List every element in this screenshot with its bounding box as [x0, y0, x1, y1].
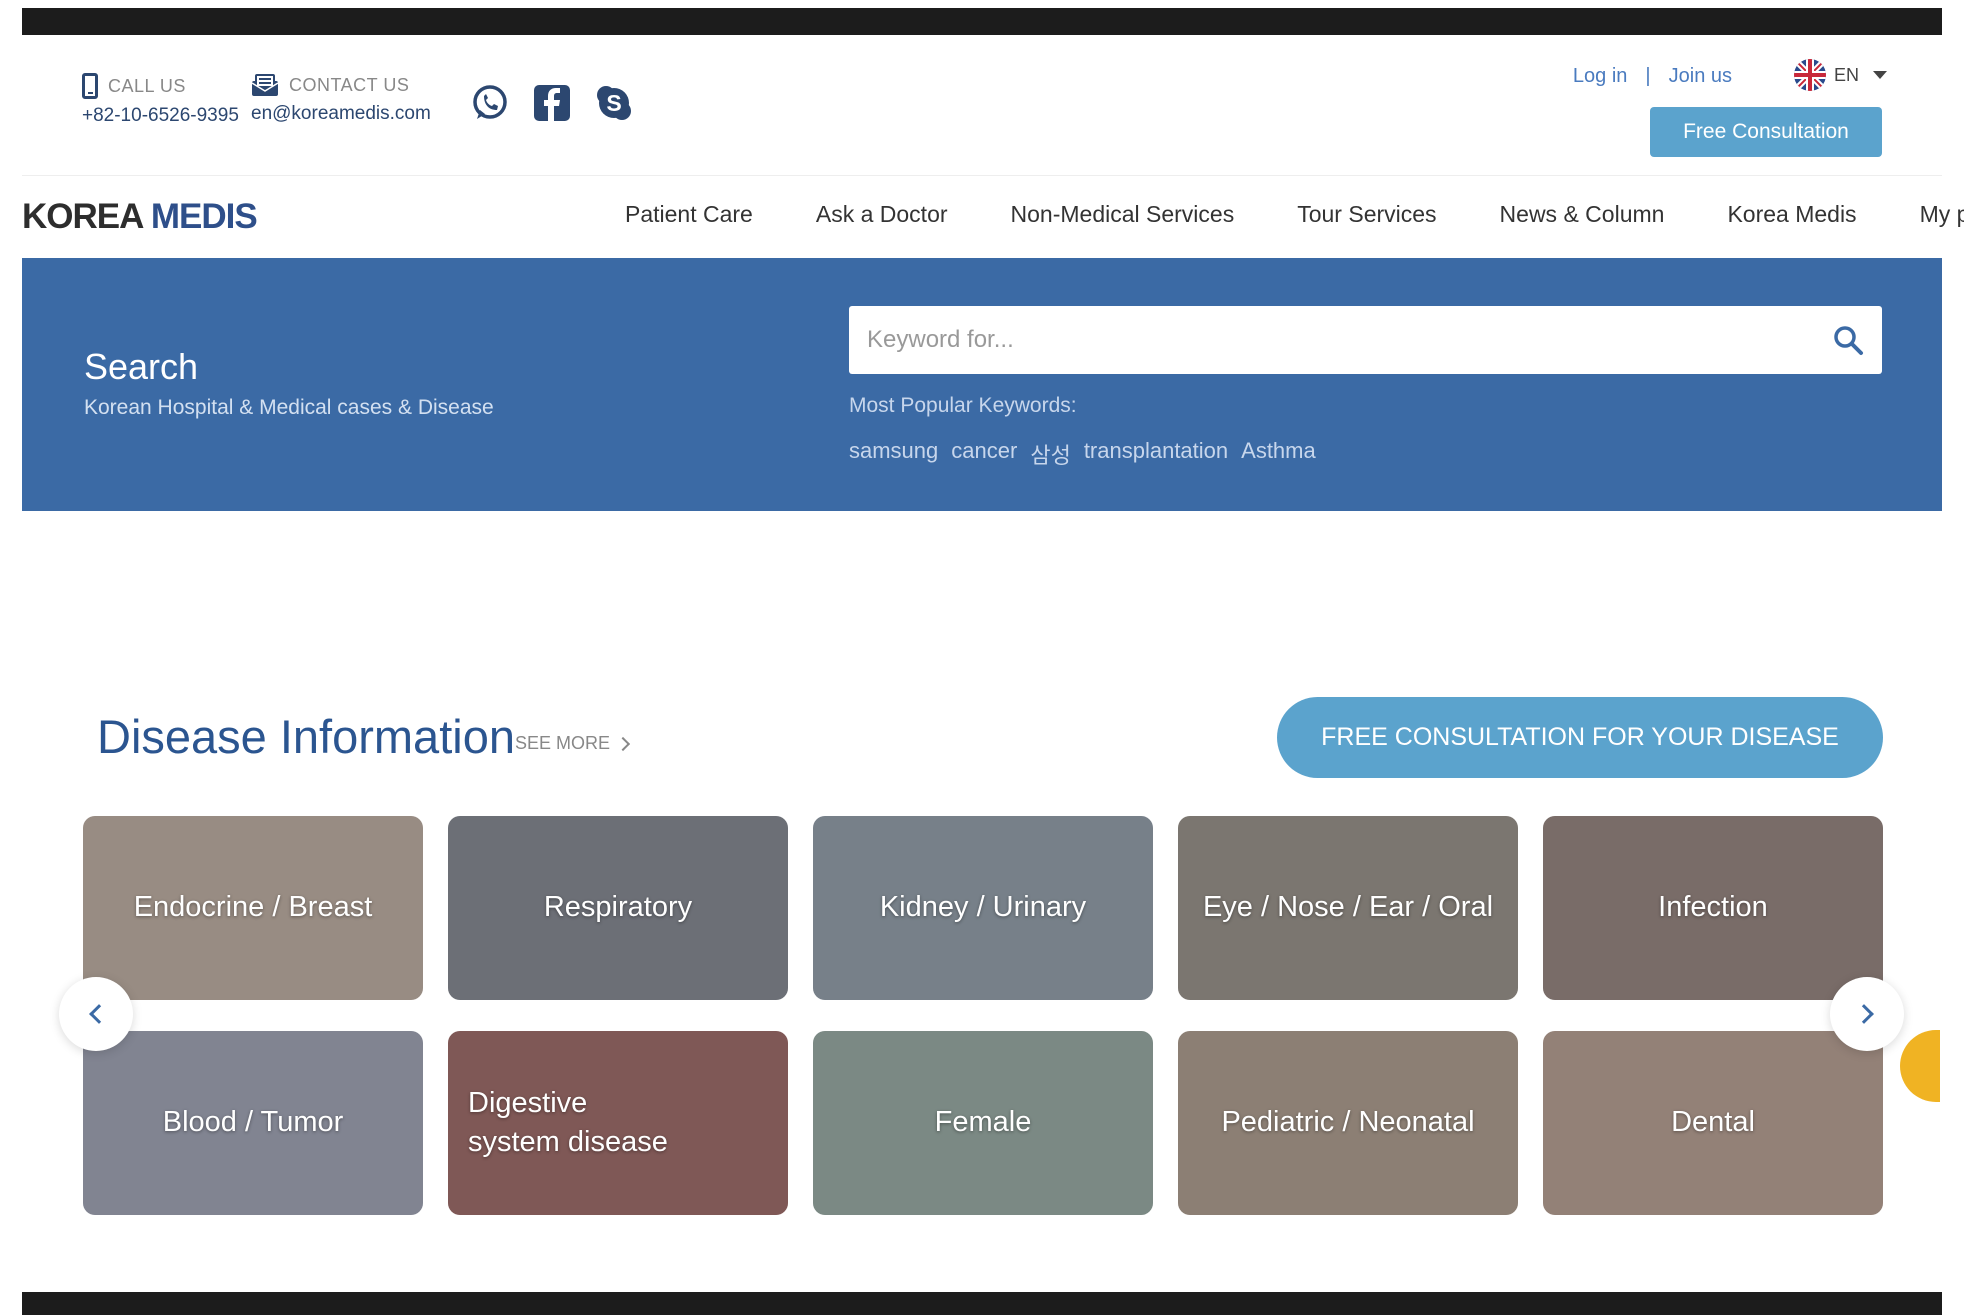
disease-card-blood-tumor[interactable]: Blood / Tumor	[83, 1031, 423, 1215]
email-address[interactable]: en@koreamedis.com	[251, 103, 431, 125]
mail-icon	[251, 73, 279, 97]
card-label: Dental	[1671, 1106, 1755, 1139]
card-label: Blood / Tumor	[162, 1106, 344, 1139]
top-dark-bar	[22, 8, 1942, 35]
card-label: Infection	[1658, 891, 1768, 924]
join-link[interactable]: Join us	[1669, 65, 1732, 88]
page: CALL US +82-10-6526-9395 CONTACT US en@k…	[22, 35, 1964, 1292]
logo-part1: KOREA	[22, 197, 143, 236]
card-label: Pediatric / Neonatal	[1221, 1106, 1475, 1139]
language-code: EN	[1833, 64, 1859, 85]
chevron-left-icon	[89, 1004, 109, 1024]
svg-text:S: S	[606, 90, 621, 116]
keyword-link[interactable]: transplantation	[1084, 438, 1228, 470]
nav-patient-care[interactable]: Patient Care	[625, 201, 753, 228]
nav-my-page[interactable]: My page	[1920, 201, 1964, 228]
disease-card-dental[interactable]: Dental	[1543, 1031, 1883, 1215]
disease-card-kidney-urinary[interactable]: Kidney / Urinary	[813, 816, 1153, 1000]
carousel-next-button[interactable]	[1830, 977, 1904, 1051]
contact-us-header: CONTACT US	[251, 73, 431, 97]
popular-keywords: samsung cancer 삼성 transplantation Asthma	[849, 438, 1316, 470]
popular-keywords-label: Most Popular Keywords:	[849, 394, 1077, 417]
keyword-link[interactable]: Asthma	[1241, 438, 1316, 470]
nav-non-medical-services[interactable]: Non-Medical Services	[1011, 201, 1235, 228]
carousel-prev-button[interactable]	[59, 977, 133, 1051]
disease-card-endocrine-breast[interactable]: Endocrine / Breast	[83, 816, 423, 1000]
auth-separator: |	[1645, 65, 1651, 87]
disease-card-eye-nose-ear-oral[interactable]: Eye / Nose / Ear / Oral	[1178, 816, 1518, 1000]
contact-us-label: CONTACT US	[289, 74, 410, 95]
search-box	[849, 306, 1882, 374]
call-us-header: CALL US	[82, 73, 239, 99]
disease-info-title: Disease Information	[97, 710, 515, 763]
search-band: Search Korean Hospital & Medical cases &…	[22, 258, 1942, 511]
logo-part2: MEDIS	[150, 197, 258, 236]
chevron-right-icon	[615, 736, 631, 751]
call-us-label: CALL US	[108, 75, 186, 96]
keyword-link[interactable]: cancer	[951, 438, 1017, 470]
logo[interactable]: KOREA MEDIS	[22, 197, 258, 237]
nav-tour-services[interactable]: Tour Services	[1297, 201, 1436, 228]
phone-number[interactable]: +82-10-6526-9395	[82, 105, 239, 127]
skype-icon[interactable]: S	[594, 83, 634, 123]
card-label: Endocrine / Breast	[133, 891, 373, 924]
disease-card-respiratory[interactable]: Respiratory	[448, 816, 788, 1000]
disease-card-digestive[interactable]: Digestive system disease	[448, 1031, 788, 1215]
call-us[interactable]: CALL US +82-10-6526-9395	[82, 73, 239, 127]
disease-card-female[interactable]: Female	[813, 1031, 1153, 1215]
card-label: Eye / Nose / Ear / Oral	[1202, 891, 1494, 924]
nav-news-column[interactable]: News & Column	[1500, 201, 1665, 228]
card-label: Respiratory	[543, 891, 693, 924]
see-more-label: SEE MORE	[515, 733, 611, 753]
whatsapp-icon[interactable]	[470, 83, 510, 123]
header-divider	[22, 175, 1942, 176]
chevron-down-icon	[1873, 71, 1887, 79]
keyword-link[interactable]: 삼성	[1030, 438, 1070, 470]
disease-card-infection[interactable]: Infection	[1543, 816, 1883, 1000]
nav-korea-medis[interactable]: Korea Medis	[1727, 201, 1856, 228]
contact-us[interactable]: CONTACT US en@koreamedis.com	[251, 73, 431, 125]
social-links: S	[470, 83, 634, 123]
search-icon[interactable]	[1832, 324, 1864, 356]
free-consultation-button[interactable]: Free Consultation	[1650, 107, 1882, 157]
keyword-link[interactable]: samsung	[849, 438, 938, 470]
search-input[interactable]	[867, 326, 1832, 354]
phone-icon	[82, 73, 98, 99]
main-nav: Patient Care Ask a Doctor Non-Medical Se…	[625, 201, 1964, 228]
chevron-right-icon	[1854, 1004, 1874, 1024]
uk-flag-icon	[1793, 59, 1826, 91]
bottom-dark-bar	[22, 1292, 1942, 1315]
search-title: Search	[84, 346, 199, 387]
facebook-icon[interactable]	[532, 83, 572, 123]
nav-ask-a-doctor[interactable]: Ask a Doctor	[816, 201, 948, 228]
card-label: Kidney / Urinary	[879, 891, 1087, 924]
card-label: Digestive system disease	[468, 1086, 668, 1158]
card-label: Female	[934, 1106, 1032, 1139]
auth-links: Log in | Join us	[1573, 65, 1732, 88]
see-more-link[interactable]: SEE MORE	[515, 733, 631, 754]
disease-card-pediatric-neonatal[interactable]: Pediatric / Neonatal	[1178, 1031, 1518, 1215]
free-consultation-disease-button[interactable]: FREE CONSULTATION FOR YOUR DISEASE	[1277, 697, 1883, 778]
language-selector[interactable]: EN	[1793, 59, 1887, 91]
login-link[interactable]: Log in	[1573, 65, 1628, 88]
search-subtitle: Korean Hospital & Medical cases & Diseas…	[84, 396, 494, 419]
